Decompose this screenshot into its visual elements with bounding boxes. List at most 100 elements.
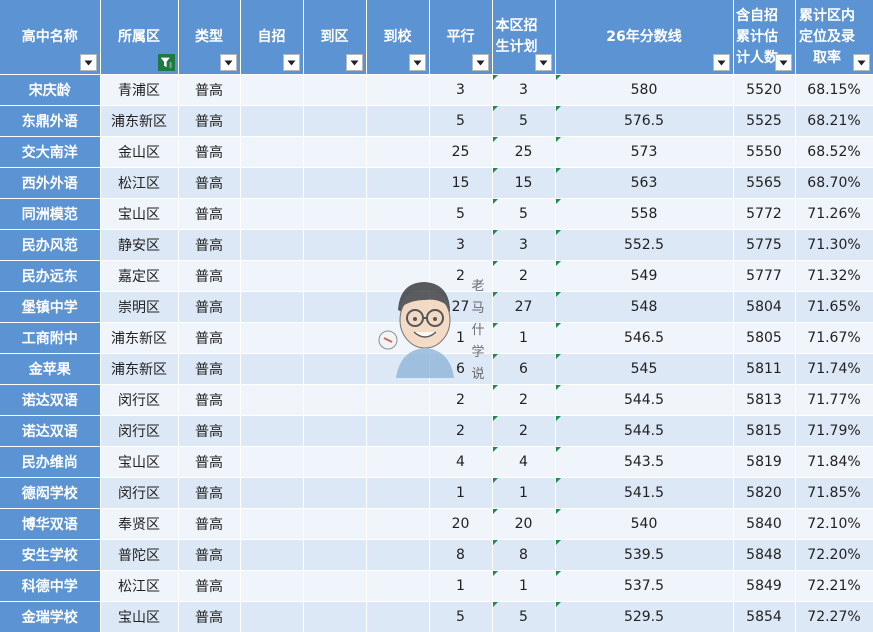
cell-district[interactable]: 嘉定区 (100, 260, 179, 292)
cell-type[interactable]: 普高 (178, 508, 241, 540)
cell-cumulative-count[interactable]: 5525 (733, 105, 796, 137)
cell-cumulative-rate[interactable]: 71.77% (795, 384, 873, 416)
cell-type[interactable]: 普高 (178, 539, 241, 571)
cell-district-quota[interactable] (303, 539, 367, 571)
cell-school-quota[interactable] (366, 539, 430, 571)
cell-district-quota[interactable] (303, 198, 367, 230)
cell-type[interactable]: 普高 (178, 229, 241, 261)
cell-school-name[interactable]: 工商附中 (0, 322, 101, 354)
cell-school-quota[interactable] (366, 384, 430, 416)
cell-self-admission[interactable] (240, 136, 304, 168)
cell-district-quota[interactable] (303, 229, 367, 261)
cell-school-quota[interactable] (366, 291, 430, 323)
cell-district-quota[interactable] (303, 415, 367, 447)
cell-self-admission[interactable] (240, 353, 304, 385)
cell-parallel[interactable]: 3 (429, 74, 493, 106)
cell-school-quota[interactable] (366, 74, 430, 106)
cell-self-admission[interactable] (240, 570, 304, 602)
cell-type[interactable]: 普高 (178, 353, 241, 385)
cell-type[interactable]: 普高 (178, 415, 241, 447)
cell-type[interactable]: 普高 (178, 260, 241, 292)
cell-school-name[interactable]: 金苹果 (0, 353, 101, 385)
cell-parallel[interactable]: 1 (429, 322, 493, 354)
cell-school-quota[interactable] (366, 136, 430, 168)
cell-district-plan[interactable]: 5 (492, 198, 556, 230)
cell-self-admission[interactable] (240, 384, 304, 416)
cell-cumulative-rate[interactable]: 68.15% (795, 74, 873, 106)
cell-school-quota[interactable] (366, 353, 430, 385)
cell-self-admission[interactable] (240, 415, 304, 447)
cell-school-quota[interactable] (366, 260, 430, 292)
cell-cumulative-count[interactable]: 5819 (733, 446, 796, 478)
cell-district-quota[interactable] (303, 322, 367, 354)
cell-cumulative-rate[interactable]: 68.52% (795, 136, 873, 168)
cell-type[interactable]: 普高 (178, 198, 241, 230)
cell-district[interactable]: 松江区 (100, 167, 179, 199)
cell-cumulative-rate[interactable]: 71.30% (795, 229, 873, 261)
cell-score-line[interactable]: 543.5 (555, 446, 734, 478)
cell-score-line[interactable]: 537.5 (555, 570, 734, 602)
cell-self-admission[interactable] (240, 601, 304, 632)
cell-parallel[interactable]: 2 (429, 384, 493, 416)
cell-district-plan[interactable]: 3 (492, 74, 556, 106)
cell-parallel[interactable]: 5 (429, 105, 493, 137)
cell-district[interactable]: 宝山区 (100, 198, 179, 230)
cell-school-name[interactable]: 民办维尚 (0, 446, 101, 478)
cell-district-plan[interactable]: 20 (492, 508, 556, 540)
cell-score-line[interactable]: 541.5 (555, 477, 734, 509)
cell-score-line[interactable]: 544.5 (555, 384, 734, 416)
filter-dropdown-button[interactable] (712, 54, 730, 71)
cell-type[interactable]: 普高 (178, 136, 241, 168)
filter-dropdown-button[interactable] (219, 54, 237, 71)
cell-parallel[interactable]: 2 (429, 260, 493, 292)
cell-cumulative-rate[interactable]: 71.79% (795, 415, 873, 447)
cell-school-quota[interactable] (366, 167, 430, 199)
cell-district-plan[interactable]: 15 (492, 167, 556, 199)
cell-parallel[interactable]: 25 (429, 136, 493, 168)
cell-type[interactable]: 普高 (178, 167, 241, 199)
cell-self-admission[interactable] (240, 291, 304, 323)
cell-district-quota[interactable] (303, 74, 367, 106)
cell-cumulative-count[interactable]: 5775 (733, 229, 796, 261)
filter-dropdown-button[interactable] (79, 54, 97, 71)
cell-school-quota[interactable] (366, 446, 430, 478)
cell-district[interactable]: 浦东新区 (100, 105, 179, 137)
cell-score-line[interactable]: 576.5 (555, 105, 734, 137)
cell-parallel[interactable]: 4 (429, 446, 493, 478)
cell-district[interactable]: 崇明区 (100, 291, 179, 323)
cell-parallel[interactable]: 6 (429, 353, 493, 385)
cell-district-plan[interactable]: 4 (492, 446, 556, 478)
cell-cumulative-rate[interactable]: 68.70% (795, 167, 873, 199)
cell-parallel[interactable]: 3 (429, 229, 493, 261)
cell-self-admission[interactable] (240, 539, 304, 571)
cell-district[interactable]: 静安区 (100, 229, 179, 261)
cell-self-admission[interactable] (240, 322, 304, 354)
filter-dropdown-button[interactable] (282, 54, 300, 71)
cell-district-plan[interactable]: 1 (492, 322, 556, 354)
cell-score-line[interactable]: 544.5 (555, 415, 734, 447)
cell-district-quota[interactable] (303, 260, 367, 292)
cell-district-plan[interactable]: 2 (492, 415, 556, 447)
cell-self-admission[interactable] (240, 446, 304, 478)
cell-type[interactable]: 普高 (178, 384, 241, 416)
cell-cumulative-count[interactable]: 5777 (733, 260, 796, 292)
filter-dropdown-button[interactable] (408, 54, 426, 71)
cell-school-name[interactable]: 德闳学校 (0, 477, 101, 509)
cell-district-quota[interactable] (303, 446, 367, 478)
cell-district-plan[interactable]: 8 (492, 539, 556, 571)
cell-school-name[interactable]: 交大南洋 (0, 136, 101, 168)
cell-school-name[interactable]: 宋庆龄 (0, 74, 101, 106)
cell-cumulative-count[interactable]: 5849 (733, 570, 796, 602)
cell-score-line[interactable]: 546.5 (555, 322, 734, 354)
cell-self-admission[interactable] (240, 477, 304, 509)
cell-district-quota[interactable] (303, 477, 367, 509)
cell-district-plan[interactable]: 6 (492, 353, 556, 385)
cell-score-line[interactable]: 540 (555, 508, 734, 540)
cell-school-name[interactable]: 博华双语 (0, 508, 101, 540)
filter-dropdown-button[interactable] (471, 54, 489, 71)
cell-district-plan[interactable]: 2 (492, 384, 556, 416)
cell-district[interactable]: 浦东新区 (100, 353, 179, 385)
cell-score-line[interactable]: 580 (555, 74, 734, 106)
cell-parallel[interactable]: 8 (429, 539, 493, 571)
cell-school-quota[interactable] (366, 322, 430, 354)
